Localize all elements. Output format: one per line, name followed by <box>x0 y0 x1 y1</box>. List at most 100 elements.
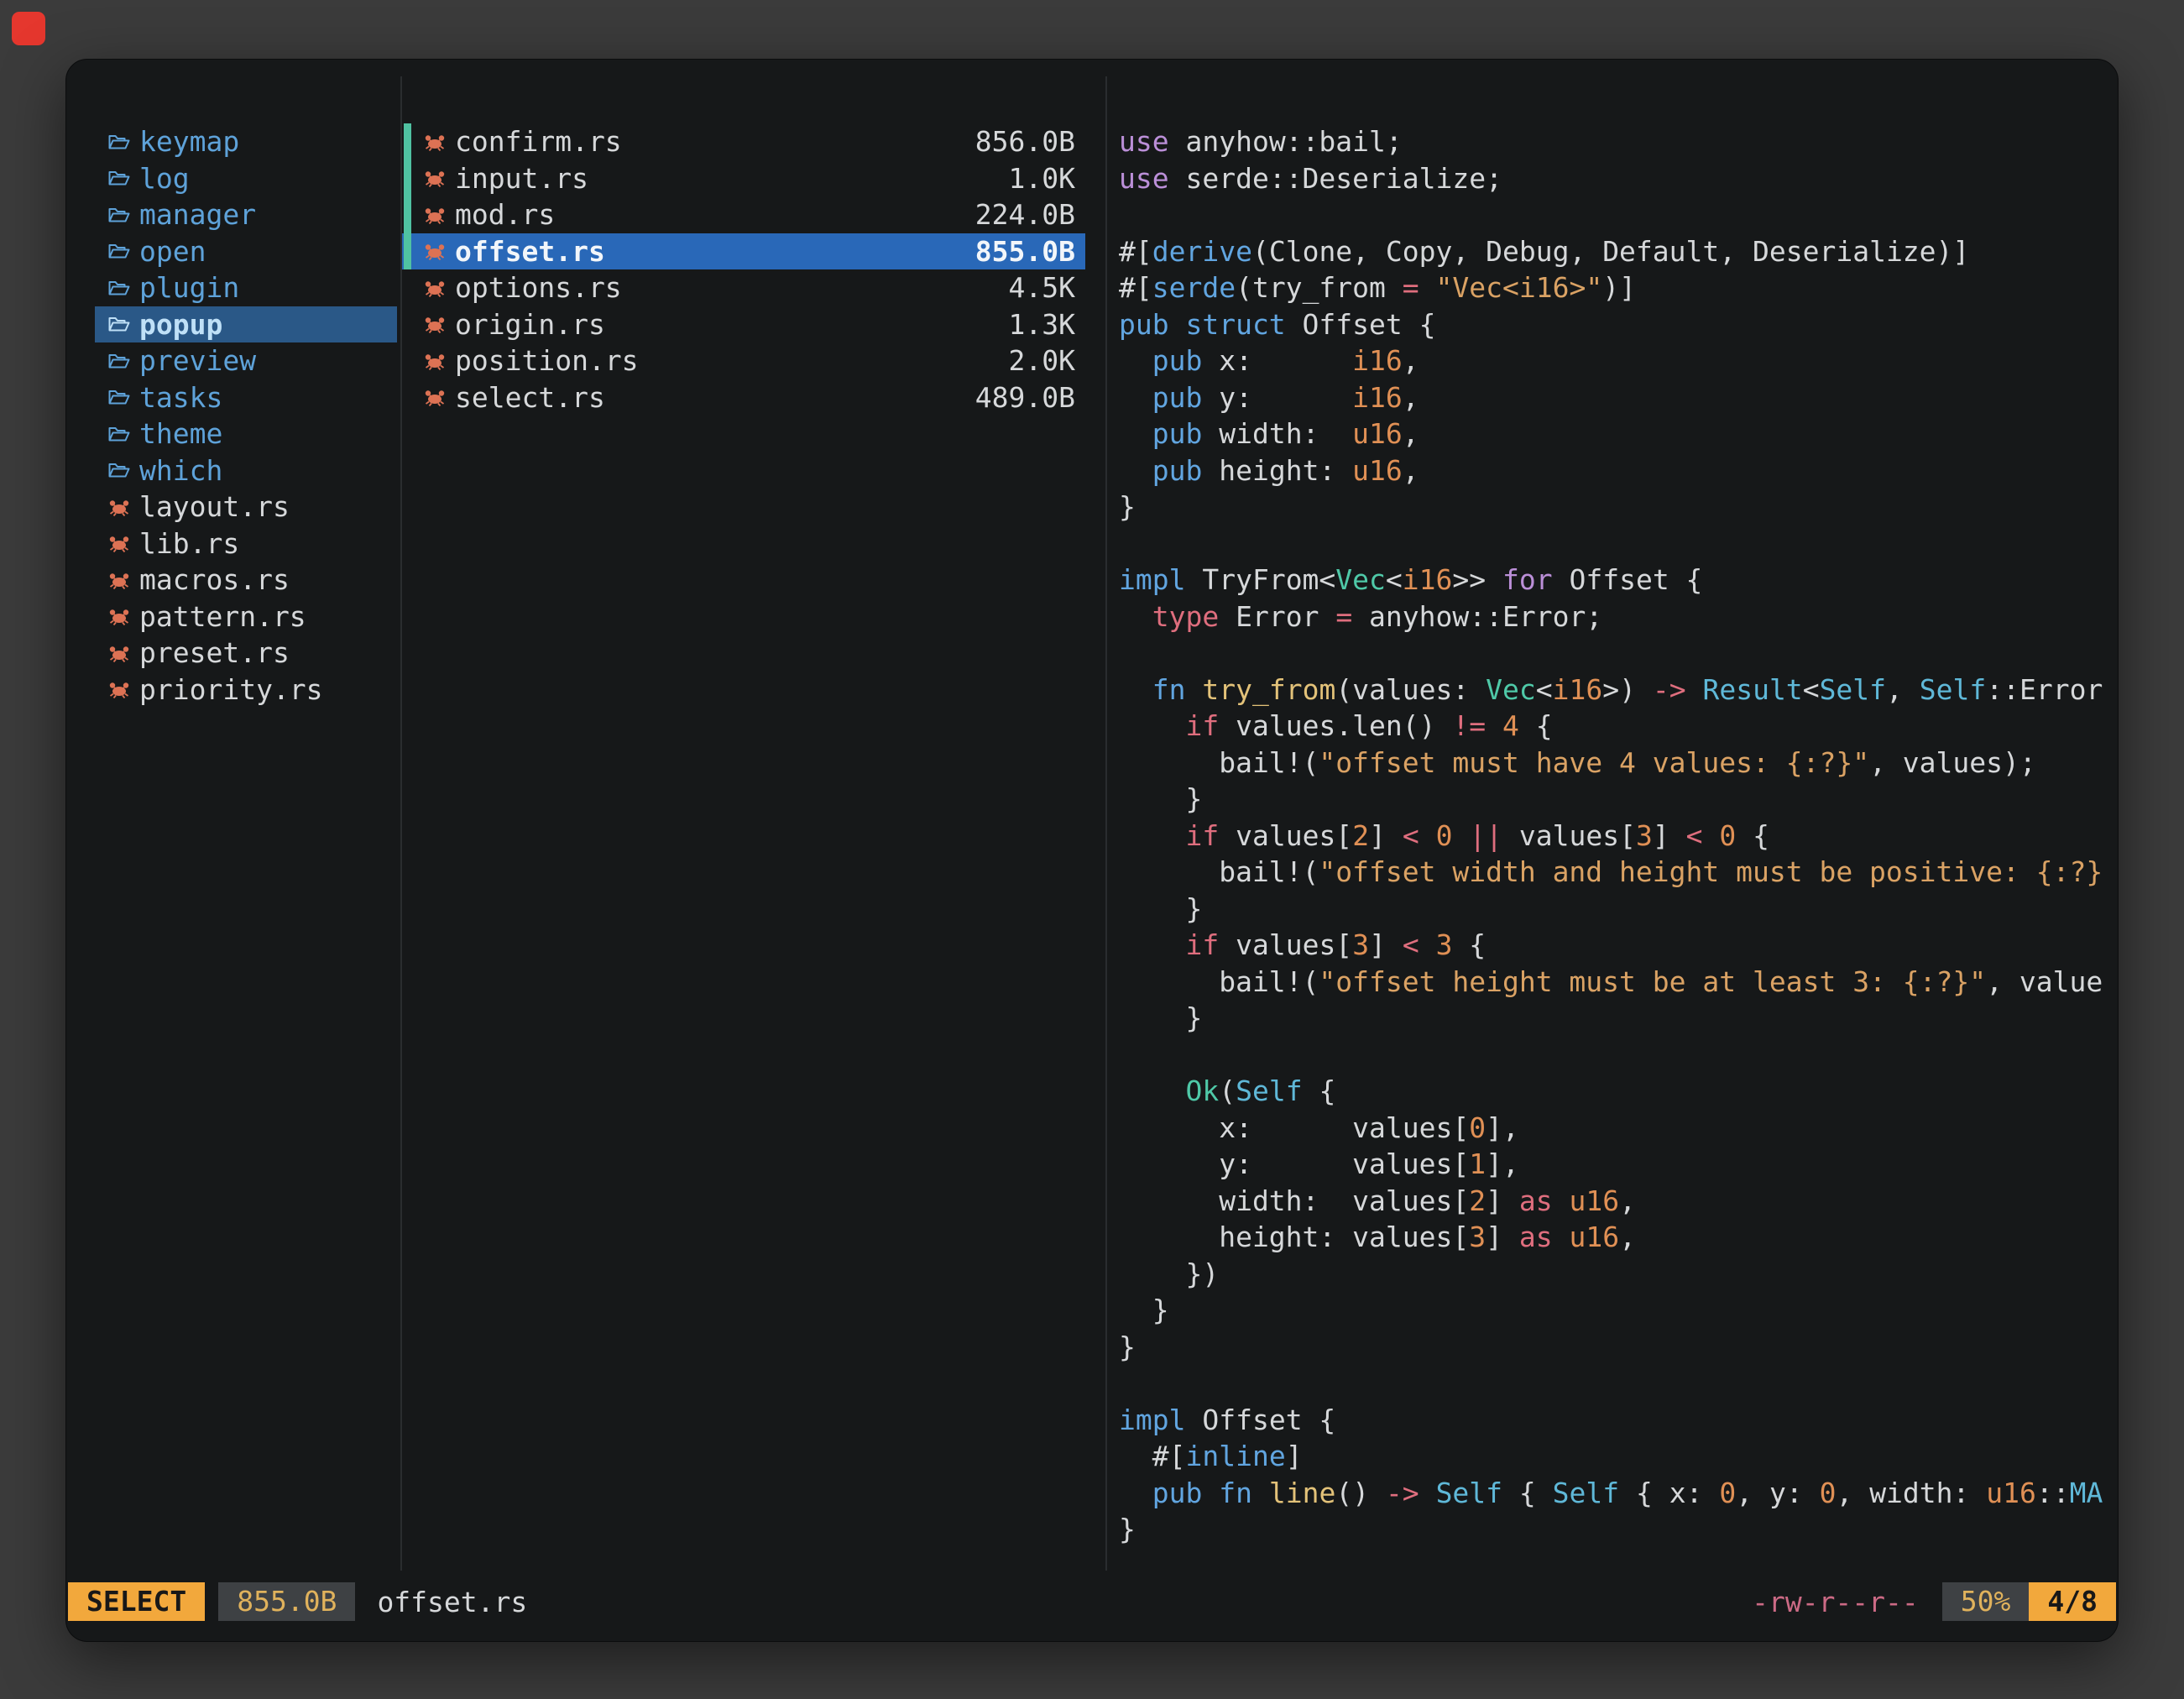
file-name: lib.rs <box>139 525 239 562</box>
file-row-origin.rs[interactable]: origin.rs 1.3K <box>402 306 1085 343</box>
file-name: theme <box>139 416 222 452</box>
file-row-which[interactable]: which <box>95 452 397 489</box>
file-row-mod.rs[interactable]: mod.rs224.0B <box>402 196 1085 233</box>
code-line: pub x: i16, <box>1119 342 2108 379</box>
code-line: bail!("offset width and height must be p… <box>1119 854 2108 891</box>
file-name: keymap <box>139 123 239 160</box>
code-line <box>1119 1365 2108 1402</box>
folder-open-icon <box>108 169 130 187</box>
folder-open-icon <box>108 425 130 443</box>
code-line: pub height: u16, <box>1119 452 2108 489</box>
file-name: open <box>139 233 206 270</box>
file-row-position.rs[interactable]: position.rs2.0K <box>402 342 1085 379</box>
rust-crab-icon <box>424 388 446 406</box>
rust-crab-icon <box>424 169 446 187</box>
file-row-popup[interactable]: popup <box>95 306 397 343</box>
rust-crab-icon <box>424 133 446 151</box>
file-row-preview[interactable]: preview <box>95 342 397 379</box>
code-line: if values[2] < 0 || values[3] < 0 { <box>1119 818 2108 855</box>
code-line: } <box>1119 1000 2108 1037</box>
rust-crab-icon <box>424 352 446 370</box>
file-row-log[interactable]: log <box>95 160 397 197</box>
file-row-macros.rs[interactable]: macros.rs <box>95 562 397 599</box>
code-line: use anyhow::bail; <box>1119 123 2108 160</box>
file-name: layout.rs <box>139 489 290 525</box>
file-row-theme[interactable]: theme <box>95 416 397 452</box>
file-row-options.rs[interactable]: options.rs4.5K <box>402 269 1085 306</box>
rust-crab-icon <box>108 680 130 698</box>
file-row-pattern.rs[interactable]: pattern.rs <box>95 599 397 635</box>
code-line: } <box>1119 781 2108 818</box>
status-bar: SELECT 855.0B offset.rs -rw-r--r-- 50% 4… <box>66 1582 2118 1621</box>
file-size: 1.0K <box>1009 160 1075 197</box>
code-line: impl Offset { <box>1119 1402 2108 1439</box>
folder-open-icon <box>108 352 130 370</box>
current-pane: confirm.rs 856.0B input.rs 1.0Kmod.rs224.0B… <box>402 123 1085 416</box>
file-row-select.rs[interactable]: select.rs489.0B <box>402 379 1085 416</box>
code-line: width: values[2] as u16, <box>1119 1183 2108 1220</box>
file-name: pattern.rs <box>139 599 306 635</box>
file-size: 1.3K <box>1009 306 1075 343</box>
file-name: input.rs <box>455 160 588 197</box>
code-line <box>1119 196 2108 233</box>
file-name: offset.rs <box>455 233 605 270</box>
folder-open-icon <box>108 242 130 260</box>
file-row-confirm.rs[interactable]: confirm.rs 856.0B <box>402 123 1085 160</box>
code-line: } <box>1119 891 2108 928</box>
file-name: manager <box>139 196 256 233</box>
file-row-priority.rs[interactable]: priority.rs <box>95 672 397 708</box>
file-name: log <box>139 160 190 197</box>
code-line: } <box>1119 1329 2108 1366</box>
rust-crab-icon <box>424 315 446 333</box>
file-row-offset.rs[interactable]: offset.rs855.0B <box>402 233 1085 270</box>
file-name: preset.rs <box>139 635 290 672</box>
code-line: Ok(Self { <box>1119 1073 2108 1110</box>
code-line: x: values[0], <box>1119 1110 2108 1147</box>
code-line: } <box>1119 1292 2108 1329</box>
file-row-lib.rs[interactable]: lib.rs <box>95 525 397 562</box>
file-name: mod.rs <box>455 196 555 233</box>
code-line: #[serde(try_from = "Vec<i16>")] <box>1119 269 2108 306</box>
code-line: fn try_from(values: Vec<i16>) -> Result<… <box>1119 672 2108 708</box>
file-row-keymap[interactable]: keymap <box>95 123 397 160</box>
rust-crab-icon <box>424 242 446 260</box>
file-row-tasks[interactable]: tasks <box>95 379 397 416</box>
code-line: type Error = anyhow::Error; <box>1119 599 2108 635</box>
file-row-manager[interactable]: manager <box>95 196 397 233</box>
file-name: which <box>139 452 222 489</box>
code-line: use serde::Deserialize; <box>1119 160 2108 197</box>
code-line <box>1119 525 2108 562</box>
folder-open-icon <box>108 206 130 224</box>
scroll-percent-badge: 50% <box>1942 1582 2030 1621</box>
folder-open-icon <box>108 133 130 151</box>
cursor-position-badge: 4/8 <box>2029 1582 2116 1621</box>
file-name: origin.rs <box>455 306 605 343</box>
code-line <box>1119 635 2108 672</box>
file-row-plugin[interactable]: plugin <box>95 269 397 306</box>
file-row-input.rs[interactable]: input.rs 1.0K <box>402 160 1085 197</box>
folder-open-icon <box>108 388 130 406</box>
file-row-preset.rs[interactable]: preset.rs <box>95 635 397 672</box>
file-name: confirm.rs <box>455 123 622 160</box>
code-line: } <box>1119 489 2108 525</box>
code-line: pub fn line() -> Self { Self { x: 0, y: … <box>1119 1475 2108 1512</box>
rust-crab-icon <box>424 279 446 297</box>
code-line: #[derive(Clone, Copy, Debug, Default, De… <box>1119 233 2108 270</box>
code-line: }) <box>1119 1256 2108 1293</box>
code-line: bail!("offset height must be at least 3:… <box>1119 964 2108 1001</box>
code-line: #[inline] <box>1119 1438 2108 1475</box>
desktop-background: { "chrome": { "indicator": "recording-in… <box>0 0 2184 1699</box>
file-name: plugin <box>139 269 239 306</box>
mode-badge: SELECT <box>68 1582 205 1621</box>
code-line: if values.len() != 4 { <box>1119 708 2108 745</box>
parent-pane: keymaplogmanageropenpluginpopuppreviewta… <box>95 123 397 708</box>
code-line: impl TryFrom<Vec<i16>> for Offset { <box>1119 562 2108 599</box>
code-line <box>1119 1037 2108 1074</box>
rust-crab-icon <box>108 498 130 516</box>
file-row-open[interactable]: open <box>95 233 397 270</box>
code-line: bail!("offset must have 4 values: {:?}",… <box>1119 745 2108 782</box>
file-row-layout.rs[interactable]: layout.rs <box>95 489 397 525</box>
terminal-window: keymaplogmanageropenpluginpopuppreviewta… <box>65 59 2119 1642</box>
file-name: tasks <box>139 379 222 416</box>
file-size: 856.0B <box>975 123 1075 160</box>
